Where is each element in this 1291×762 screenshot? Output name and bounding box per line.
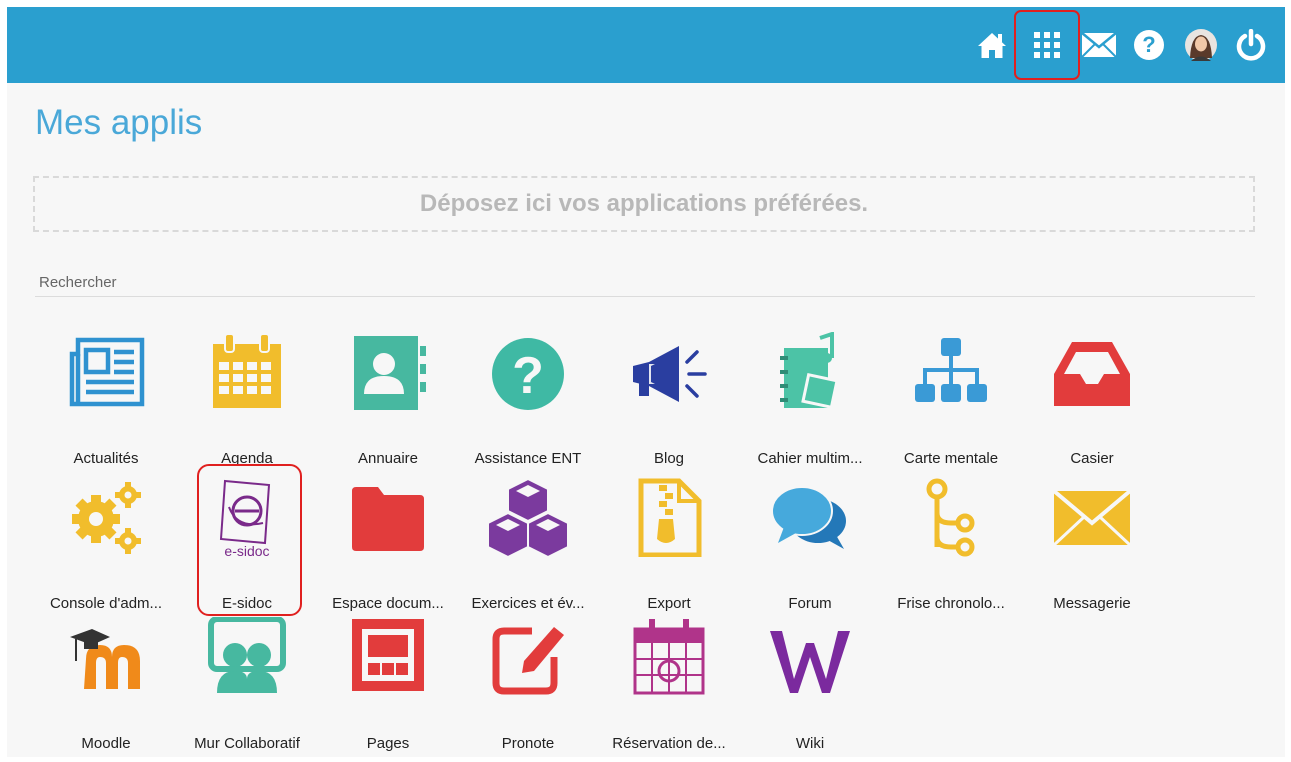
home-icon[interactable] bbox=[972, 25, 1012, 65]
board-icon bbox=[208, 617, 286, 693]
app-label: Espace docum... bbox=[332, 595, 444, 612]
app-pages[interactable]: Pages bbox=[322, 617, 454, 757]
zip-file-icon bbox=[638, 478, 702, 557]
esidoc-logo-text: e-sidoc bbox=[224, 543, 269, 557]
app-label: Forum bbox=[788, 595, 832, 612]
timeline-icon bbox=[926, 478, 975, 557]
app-actualites[interactable]: Actualités bbox=[40, 332, 172, 472]
svg-text:?: ? bbox=[512, 347, 544, 405]
address-book-icon bbox=[354, 336, 426, 410]
app-label: Blog bbox=[653, 450, 685, 467]
app-label: Carte mentale bbox=[903, 450, 999, 467]
app-espace-documentaire[interactable]: Espace docum... bbox=[322, 477, 454, 617]
app-reservation-de-ressources[interactable]: Réservation de... bbox=[603, 617, 735, 757]
chat-bubbles-icon bbox=[771, 486, 846, 549]
edit-pencil-icon bbox=[492, 627, 564, 695]
app-label: Export bbox=[647, 595, 691, 612]
app-carte-mentale[interactable]: Carte mentale bbox=[885, 332, 1017, 472]
avatar[interactable] bbox=[1181, 25, 1221, 65]
pages-icon bbox=[352, 619, 424, 691]
app-casier[interactable]: Casier bbox=[1026, 332, 1158, 472]
esidoc-logo-icon: e-sidoc bbox=[219, 479, 271, 557]
moodle-icon bbox=[70, 629, 140, 689]
app-label: Frise chronolo... bbox=[897, 595, 1005, 612]
search-input[interactable] bbox=[35, 269, 1255, 297]
page-title: Mes applis bbox=[35, 103, 203, 142]
calendar-icon bbox=[213, 333, 281, 408]
wikipedia-icon bbox=[770, 631, 850, 693]
notebook-media-icon bbox=[780, 332, 839, 409]
svg-text:?: ? bbox=[1142, 32, 1155, 57]
app-annuaire[interactable]: Annuaire bbox=[322, 332, 454, 472]
app-console-administration[interactable]: Console d'adm... bbox=[40, 477, 172, 617]
app-assistance-ent[interactable]: ? Assistance ENT bbox=[462, 332, 594, 472]
gears-icon bbox=[72, 482, 141, 554]
app-label: Console d'adm... bbox=[49, 595, 163, 612]
app-forum[interactable]: Forum bbox=[744, 477, 876, 617]
favorites-dropzone[interactable]: Déposez ici vos applications préférées. bbox=[33, 176, 1255, 232]
app-messagerie[interactable]: Messagerie bbox=[1026, 477, 1158, 617]
app-mur-collaboratif[interactable]: Mur Collaboratif bbox=[181, 617, 313, 757]
app-label: Pages bbox=[366, 735, 410, 752]
envelope-icon bbox=[1052, 489, 1132, 547]
app-export[interactable]: Export bbox=[603, 477, 735, 617]
app-label: Messagerie bbox=[1053, 595, 1131, 612]
app-label: Assistance ENT bbox=[474, 450, 582, 467]
app-blog[interactable]: Blog bbox=[603, 332, 735, 472]
power-icon[interactable] bbox=[1231, 25, 1271, 65]
app-pronote[interactable]: Pronote bbox=[462, 617, 594, 757]
app-label: E-sidoc bbox=[221, 595, 273, 612]
app-label: Casier bbox=[1070, 450, 1114, 467]
app-wiki[interactable]: Wiki bbox=[744, 617, 876, 757]
app-label: Exercices et év... bbox=[471, 595, 585, 612]
top-navigation-bar: ? bbox=[7, 7, 1285, 83]
booking-calendar-icon bbox=[633, 619, 705, 695]
app-label: Wiki bbox=[795, 735, 825, 752]
app-e-sidoc[interactable]: e-sidoc E-sidoc bbox=[181, 477, 313, 617]
cubes-icon bbox=[488, 477, 568, 557]
help-icon[interactable]: ? bbox=[1129, 25, 1169, 65]
app-agenda[interactable]: Agenda bbox=[181, 332, 313, 472]
app-label: Pronote bbox=[501, 735, 555, 752]
app-label: Moodle bbox=[81, 735, 131, 752]
sitemap-icon bbox=[915, 338, 987, 402]
app-label: Mur Collaboratif bbox=[194, 735, 300, 752]
newspaper-icon bbox=[69, 337, 145, 407]
help-circle-icon: ? bbox=[492, 338, 564, 410]
inbox-tray-icon bbox=[1054, 342, 1130, 406]
app-label: Réservation de... bbox=[612, 735, 726, 752]
app-label: Actualités bbox=[73, 450, 139, 467]
app-exercices-evaluations[interactable]: Exercices et év... bbox=[462, 477, 594, 617]
app-label: Cahier multim... bbox=[757, 450, 863, 467]
mail-icon[interactable] bbox=[1079, 25, 1119, 65]
megaphone-icon bbox=[633, 346, 707, 402]
folder-icon bbox=[352, 487, 424, 551]
app-window: ? Mes applis Déposez ici vos application… bbox=[7, 7, 1285, 757]
app-label: Annuaire bbox=[357, 450, 419, 467]
apps-grid-icon[interactable] bbox=[1027, 25, 1067, 65]
app-cahier-multimedia[interactable]: Cahier multim... bbox=[744, 332, 876, 472]
app-frise-chronologique[interactable]: Frise chronolo... bbox=[885, 477, 1017, 617]
app-moodle[interactable]: Moodle bbox=[40, 617, 172, 757]
